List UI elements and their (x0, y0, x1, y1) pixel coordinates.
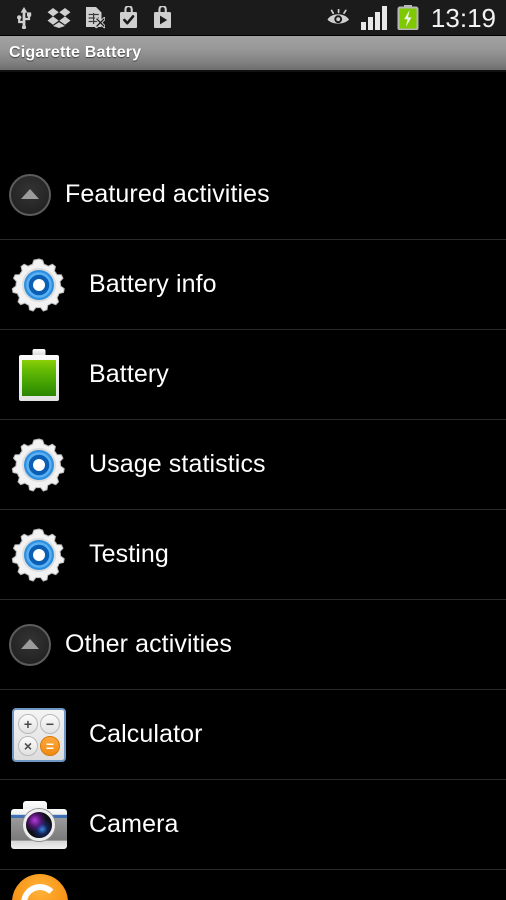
battery-body (19, 354, 59, 401)
battery-charging-icon (397, 5, 419, 30)
android-phone-screen: 13:19 Cigarette Battery Featured activit… (0, 0, 506, 900)
settings-gear-icon (10, 256, 68, 314)
list-item-label: Usage statistics (89, 450, 266, 478)
orange-app-icon (10, 870, 68, 900)
signal-bars-icon (360, 5, 387, 30)
list-item-testing[interactable]: Testing (0, 510, 506, 600)
app-title: Cigarette Battery (9, 44, 142, 61)
list-top-spacer (0, 72, 506, 150)
list-item-partial-cutoff[interactable] (0, 870, 506, 900)
status-bar-left-icons (14, 6, 173, 29)
list-item-calculator[interactable]: + − × = Calculator (0, 690, 506, 780)
list-item-label: Testing (89, 540, 169, 568)
dropbox-icon (47, 8, 71, 28)
status-bar-clock: 13:19 (430, 2, 496, 33)
chevron-up-icon (21, 639, 39, 649)
calculator-plus-key: + (18, 713, 38, 734)
list-item-label: Battery (89, 360, 169, 388)
collapse-toggle-icon[interactable] (9, 173, 51, 216)
camera-lens (23, 808, 55, 841)
smart-stay-eye-icon (327, 8, 349, 24)
chevron-up-icon (21, 189, 39, 199)
app-title-bar: Cigarette Battery (0, 36, 506, 72)
calculator-minus-key: − (40, 713, 60, 734)
settings-gear-icon (10, 526, 68, 584)
battery-icon (10, 346, 68, 404)
list-item-label: Camera (89, 810, 179, 838)
section-title-other: Other activities (65, 630, 232, 658)
bag-check-icon (120, 6, 137, 28)
camera-icon (10, 796, 68, 854)
collapse-toggle-icon[interactable] (9, 623, 51, 666)
status-bar-right-icons: 13:19 (326, 5, 496, 31)
list-item-camera[interactable]: Camera (0, 780, 506, 870)
play-store-icon (154, 6, 171, 28)
section-header-featured[interactable]: Featured activities (0, 150, 506, 240)
section-header-other[interactable]: Other activities (0, 600, 506, 690)
section-title-featured: Featured activities (65, 180, 270, 208)
list-item-battery[interactable]: Battery (0, 330, 506, 420)
list-item-label: Battery info (89, 270, 217, 298)
calculator-icon: + − × = (10, 706, 68, 764)
list-item-usage-statistics[interactable]: Usage statistics (0, 420, 506, 510)
calculator-times-key: × (18, 735, 38, 756)
status-bar: 13:19 (0, 0, 506, 36)
list-item-label: Calculator (89, 720, 203, 748)
list-item-battery-info[interactable]: Battery info (0, 240, 506, 330)
battery-fill (22, 359, 56, 396)
usb-icon (17, 6, 32, 29)
activity-list[interactable]: Featured activities Battery info Battery… (0, 72, 506, 900)
calculator-equals-key: = (40, 735, 60, 756)
settings-gear-icon (10, 436, 68, 494)
sim-card-removed-icon (86, 7, 105, 29)
